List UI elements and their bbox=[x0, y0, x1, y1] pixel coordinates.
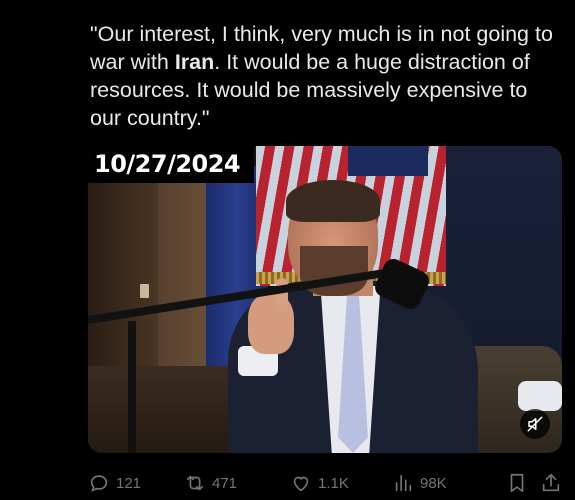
bookmark-icon bbox=[510, 473, 524, 493]
repost-count: 471 bbox=[212, 474, 238, 492]
tweet-actions: 121 471 1.1K 98K bbox=[88, 468, 566, 498]
reply-button[interactable]: 121 bbox=[88, 468, 141, 498]
video-person-hair bbox=[286, 180, 380, 222]
views-chart-icon bbox=[395, 474, 412, 492]
video-flag-canton bbox=[348, 146, 428, 176]
share-button[interactable] bbox=[540, 468, 562, 498]
mute-button[interactable] bbox=[520, 409, 550, 439]
tweet-text-bold[interactable]: Iran bbox=[175, 50, 214, 74]
reply-count: 121 bbox=[116, 474, 142, 492]
date-overlay: 10/27/2024 bbox=[88, 146, 254, 183]
repost-icon bbox=[186, 475, 204, 491]
video-mic-stand bbox=[128, 321, 136, 453]
repost-button[interactable]: 471 bbox=[184, 468, 237, 498]
share-icon bbox=[542, 473, 560, 492]
video-player[interactable]: 10/27/2024 bbox=[88, 146, 562, 453]
views-count: 98K bbox=[420, 474, 447, 492]
muted-speaker-icon bbox=[527, 416, 543, 432]
like-button[interactable]: 1.1K bbox=[290, 468, 349, 498]
video-person-right-hand bbox=[518, 381, 562, 411]
heart-icon bbox=[293, 476, 309, 492]
tweet-text: "Our interest, I think, very much is in … bbox=[90, 20, 560, 132]
video-wall-outlet bbox=[140, 284, 149, 298]
reply-icon bbox=[90, 475, 108, 492]
views-button[interactable]: 98K bbox=[392, 468, 447, 498]
video-person-finger bbox=[276, 278, 288, 312]
like-count: 1.1K bbox=[318, 474, 349, 492]
bookmark-button[interactable] bbox=[506, 468, 528, 498]
